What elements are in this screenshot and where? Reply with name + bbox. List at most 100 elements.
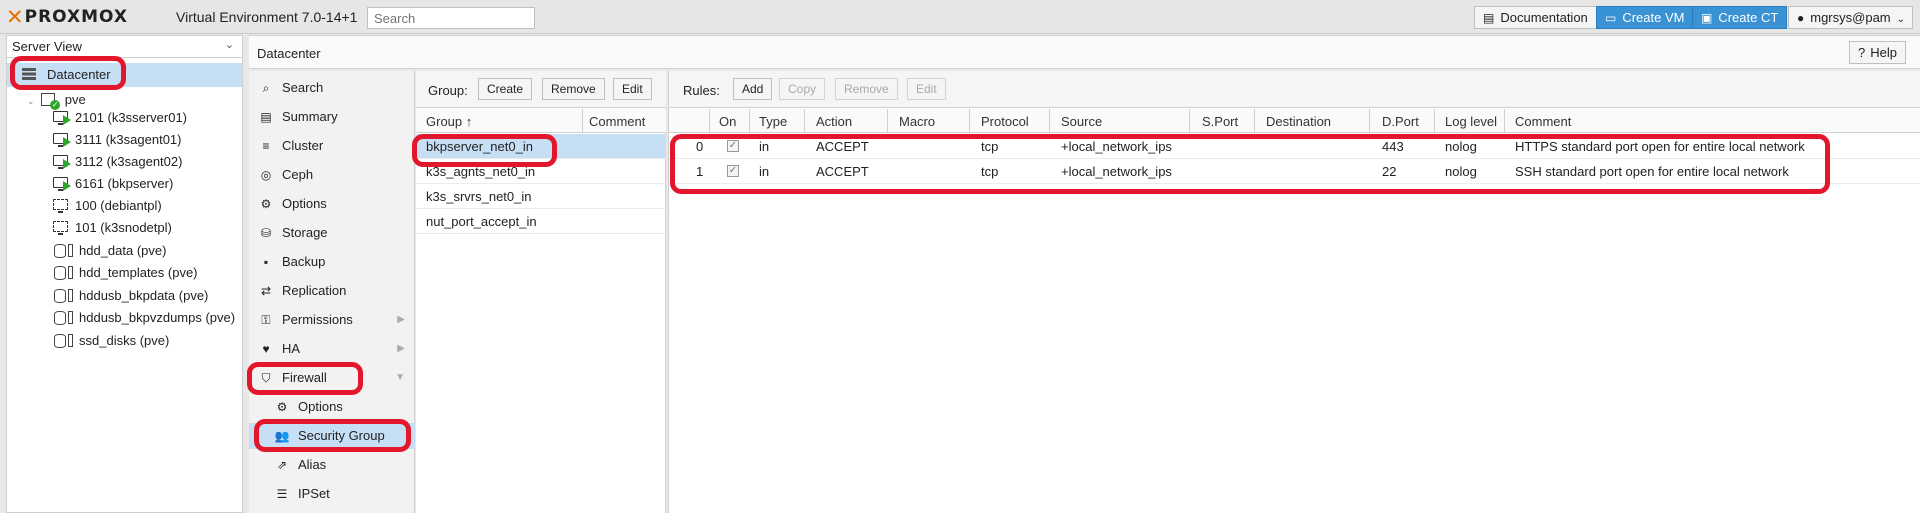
proxmox-logo[interactable]: ✕ PROXMOX: [6, 7, 128, 28]
tree-item-storage[interactable]: hdd_data (pve): [54, 241, 166, 261]
content-header: Datacenter ? Help: [249, 35, 1920, 69]
shield-icon: ⛉: [261, 371, 271, 385]
user-label: mgrsys@pam: [1810, 10, 1891, 25]
tree-item-template[interactable]: 101 (k3snodetpl): [53, 218, 172, 238]
rule-cell-comment: HTTPS standard port open for entire loca…: [1515, 139, 1805, 154]
help-label: Help: [1870, 45, 1897, 60]
menu-item-replication[interactable]: ⇄ Replication: [249, 278, 415, 304]
tree-item-label: 3111 (k3sagent01): [75, 132, 182, 147]
rule-cell-dport: 22: [1382, 164, 1397, 179]
menu-item-options[interactable]: ⚙ Options: [249, 394, 415, 420]
tree-item-datacenter[interactable]: Datacenter: [7, 63, 242, 87]
menu-item-ipset[interactable]: ☰ IPSet: [249, 481, 415, 507]
storage-status-icon: [68, 311, 73, 324]
storage-status-icon: [68, 334, 73, 347]
menu-item-label: Search: [282, 80, 324, 95]
column-header-comment[interactable]: Comment: [589, 114, 645, 129]
tree-item-template[interactable]: 100 (debiantpl): [53, 196, 162, 216]
edit-group-button[interactable]: Edit: [613, 78, 652, 100]
tree-item-label: 6161 (bkpserver): [75, 176, 174, 191]
template-icon: [53, 221, 71, 235]
rule-cell-action: ACCEPT: [816, 164, 869, 179]
chevron-down-icon: ▼: [395, 372, 405, 383]
rules-panel: Rules: Add Copy Remove Edit On Type Action…: [668, 71, 1920, 513]
group-row[interactable]: k3s_srvrs_net0_in: [416, 184, 666, 209]
create-vm-label: Create VM: [1622, 10, 1685, 25]
rule-row[interactable]: 1 ✓ in ACCEPT tcp +local_network_ips 22 nolog SS…: [669, 159, 1920, 184]
column-header-d-port[interactable]: D.Port: [1382, 114, 1419, 129]
external-link-icon: ⇗: [276, 458, 288, 472]
add-rule-button[interactable]: Add: [733, 78, 773, 100]
menu-item-label: Options: [298, 399, 343, 414]
edit-rule-button[interactable]: Edit: [907, 78, 946, 100]
column-header-protocol[interactable]: Protocol: [981, 114, 1029, 129]
vm-running-icon: [53, 155, 71, 169]
view-selector[interactable]: Server View ⌄: [7, 36, 242, 58]
menu-item-ceph[interactable]: ◎ Ceph: [249, 162, 415, 188]
column-header-macro[interactable]: Macro: [899, 114, 935, 129]
menu-item-storage[interactable]: ⛁ Storage: [249, 220, 415, 246]
create-vm-button[interactable]: ▭ Create VM: [1596, 6, 1694, 29]
tree-item-vm-running[interactable]: 6161 (bkpserver): [53, 174, 173, 194]
menu-item-alias[interactable]: ⇗ Alias: [249, 452, 415, 478]
tree-item-storage[interactable]: ssd_disks (pve): [54, 331, 169, 351]
group-row[interactable]: nut_port_accept_in: [416, 209, 666, 234]
rule-enabled-checkbox[interactable]: ✓: [727, 140, 739, 152]
rule-row[interactable]: 0 ✓ in ACCEPT tcp +local_network_ips 443 nolog H…: [669, 134, 1920, 159]
column-header-s-port[interactable]: S.Port: [1202, 114, 1238, 129]
rule-cell-protocol: tcp: [981, 139, 999, 154]
tree-item-node[interactable]: ⌄ ✓ pve: [27, 90, 86, 110]
tree-item-label: hdd_templates (pve): [79, 265, 198, 280]
chevron-down-icon: ⌄: [224, 39, 234, 51]
column-header-destination[interactable]: Destination: [1266, 114, 1331, 129]
tree-item-storage[interactable]: hddusb_bkpvzdumps (pve): [54, 308, 235, 328]
tree-item-vm-running[interactable]: 3112 (k3sagent02): [53, 152, 182, 172]
tree-item-label: Datacenter: [47, 67, 111, 82]
tree-item-vm-running[interactable]: 3111 (k3sagent01): [53, 130, 181, 150]
column-header-action[interactable]: Action: [816, 114, 852, 129]
tree-item-label: hddusb_bkpvzdumps (pve): [79, 310, 236, 325]
group-row[interactable]: k3s_agnts_net0_in: [416, 159, 666, 184]
remove-group-button[interactable]: Remove: [542, 78, 605, 100]
book-icon: ▤: [260, 110, 272, 124]
copy-rule-button[interactable]: Copy: [779, 78, 826, 100]
documentation-label: Documentation: [1500, 10, 1588, 25]
menu-item-permissions[interactable]: ⚿ Permissions ▶: [249, 307, 415, 333]
tree-item-storage[interactable]: hddusb_bkpdata (pve): [54, 286, 208, 306]
rules-toolbar-label: Rules:: [683, 83, 720, 98]
column-header-group[interactable]: Group ↑: [426, 114, 472, 129]
menu-item-backup[interactable]: ▪ Backup: [249, 249, 415, 275]
remove-rule-button[interactable]: Remove: [835, 78, 898, 100]
column-header-comment[interactable]: Comment: [1515, 114, 1571, 129]
rule-enabled-checkbox[interactable]: ✓: [727, 165, 739, 177]
list-icon: ☰: [276, 487, 288, 501]
menu-item-firewall[interactable]: ⛉ Firewall ▼: [249, 365, 415, 391]
menu-item-ha[interactable]: ♥ HA ▶: [249, 336, 415, 362]
column-header-source[interactable]: Source: [1061, 114, 1102, 129]
menu-item-cluster[interactable]: ≡ Cluster: [249, 133, 415, 159]
user-menu[interactable]: ● mgrsys@pam ⌄: [1788, 6, 1913, 29]
menu-item-security-group[interactable]: 👥 Security Group: [249, 423, 415, 449]
rules-table-header: On Type Action Macro Protocol Source S.Port Des…: [669, 109, 1920, 133]
help-button[interactable]: ? Help: [1849, 41, 1906, 64]
storage-icon: [54, 266, 66, 280]
menu-item-label: Options: [282, 196, 327, 211]
column-header-log-level[interactable]: Log level: [1445, 114, 1497, 129]
search-input[interactable]: [367, 7, 535, 29]
storage-icon: [54, 334, 66, 348]
gear-icon: ⚙: [260, 197, 272, 211]
create-group-button[interactable]: Create: [478, 78, 533, 100]
column-header-type[interactable]: Type: [759, 114, 787, 129]
create-ct-button[interactable]: ▣ Create CT: [1692, 6, 1788, 29]
groups-toolbar-label: Group:: [428, 83, 468, 98]
menu-item-summary[interactable]: ▤ Summary: [249, 104, 415, 130]
tree-item-vm-running[interactable]: 2101 (k3sserver01): [53, 108, 187, 128]
menu-item-search[interactable]: ⌕ Search: [249, 75, 415, 101]
documentation-button[interactable]: ▤ Documentation: [1474, 6, 1597, 29]
group-row[interactable]: bkpserver_net0_in: [416, 134, 666, 159]
tree-item-storage[interactable]: hdd_templates (pve): [54, 263, 198, 283]
users-icon: 👥: [274, 429, 290, 443]
menu-item-options[interactable]: ⚙ Options: [249, 191, 415, 217]
tree-item-label: hddusb_bkpdata (pve): [79, 288, 209, 303]
column-header-on[interactable]: On: [719, 114, 736, 129]
